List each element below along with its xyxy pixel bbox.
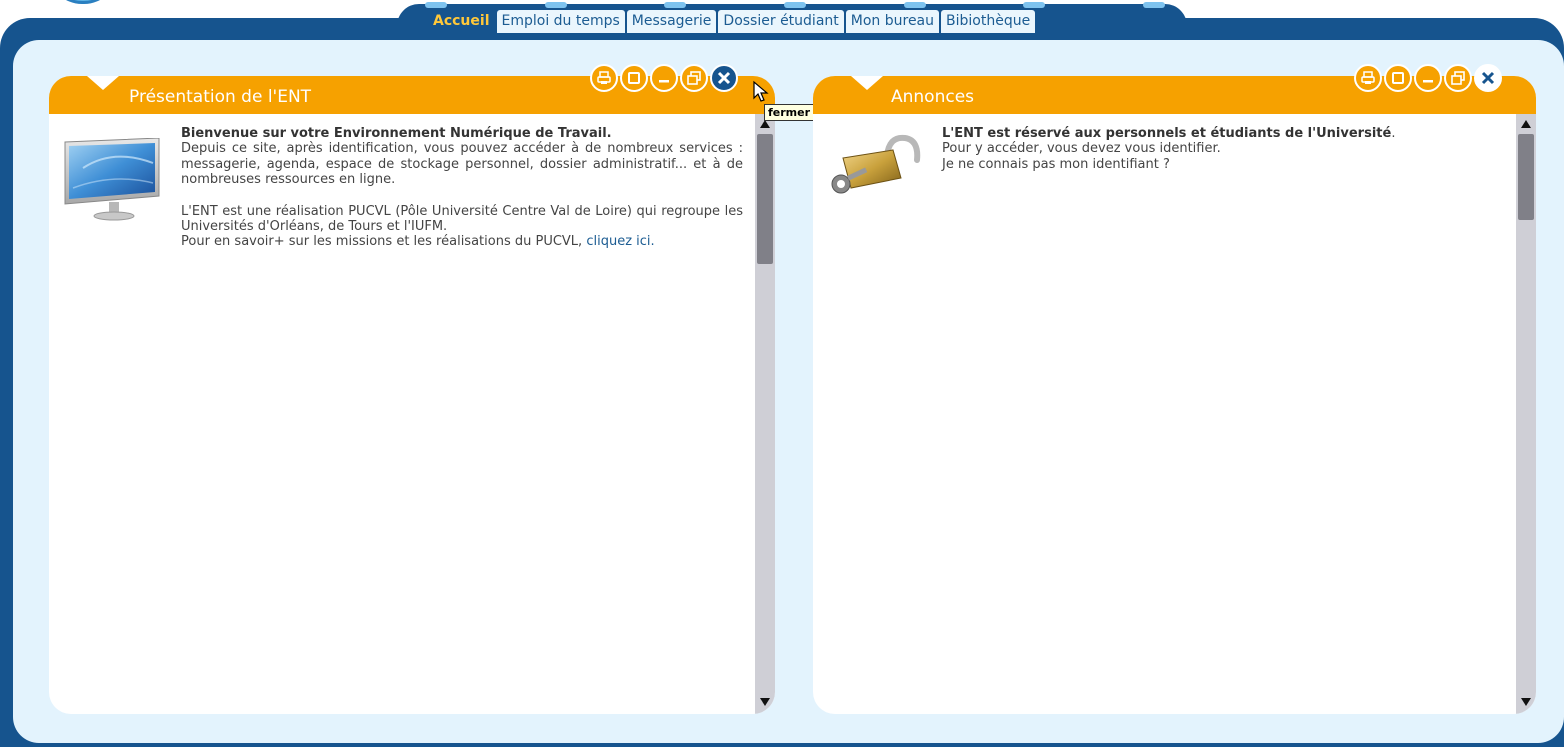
paragraph-pucvl: L'ENT est une réalisation PUCVL (Pôle Un… [181,203,743,235]
tab-bibliotheque[interactable]: Bibiothèque [941,10,1036,33]
close-icon[interactable] [1474,64,1502,92]
mouse-cursor-icon [753,80,769,102]
portlet-controls-right [1354,64,1502,92]
annonces-text: L'ENT est réservé aux personnels et étud… [942,126,1522,172]
annonce-heading: L'ENT est réservé aux personnels et étud… [942,126,1392,141]
tab-bar-decoration [425,2,1165,8]
portlet-title: Annonces [891,87,975,107]
scroll-up-icon[interactable] [1518,116,1534,132]
annonce-heading-period: . [1391,126,1396,141]
restore-icon[interactable] [680,64,708,92]
restore-icon[interactable] [1444,64,1472,92]
header-notch [851,76,883,90]
maximize-icon[interactable] [1384,64,1412,92]
print-icon[interactable] [590,64,618,92]
paragraph-services: Depuis ce site, après identification, vo… [181,141,743,188]
tab-accueil[interactable]: Accueil [428,10,495,33]
print-icon[interactable] [1354,64,1382,92]
padlock-icon [831,134,921,194]
tab-emploi-du-temps[interactable]: Emploi du temps [496,10,625,33]
scroll-down-icon[interactable] [757,694,773,710]
portlet-annonces: Annonces L'ENT est réservé aux personnel… [813,76,1536,714]
portlet-title: Présentation de l'ENT [129,87,312,107]
portlet-body: L'ENT est réservé aux personnels et étud… [813,114,1536,714]
forgot-identifier-link[interactable]: Je ne connais pas mon identifiant ? [942,157,1170,172]
tooltip-fermer: fermer [764,104,815,121]
portlet-presentation: Présentation de l'ENT Bienvenue sur votr… [49,76,775,714]
scrollbar-thumb[interactable] [757,134,773,264]
tab-mon-bureau[interactable]: Mon bureau [845,10,940,33]
logo [48,0,118,4]
scrollbar-right[interactable] [1516,114,1536,714]
main-nav: Accueil Emploi du temps Messagerie Dossi… [428,10,1036,33]
scrollbar-thumb[interactable] [1518,134,1534,220]
minimize-icon[interactable] [650,64,678,92]
tab-messagerie[interactable]: Messagerie [626,10,717,33]
scrollbar-left[interactable] [755,114,775,714]
close-icon[interactable] [710,64,738,92]
tab-dossier-etudiant[interactable]: Dossier étudiant [718,10,844,33]
presentation-text: Bienvenue sur votre Environnement Numéri… [181,126,743,250]
monitor-icon [64,138,160,221]
paragraph-more: Pour en savoir+ sur les missions et les … [181,234,583,250]
minimize-icon[interactable] [1414,64,1442,92]
portlet-body: Bienvenue sur votre Environnement Numéri… [49,114,775,714]
maximize-icon[interactable] [620,64,648,92]
scroll-down-icon[interactable] [1518,694,1534,710]
portlet-controls-left [590,64,738,92]
annonce-line-identify: Pour y accéder, vous devez vous identifi… [942,141,1221,157]
cliquez-ici-link[interactable]: cliquez ici. [586,234,654,249]
welcome-heading: Bienvenue sur votre Environnement Numéri… [181,126,612,141]
header-notch [87,76,119,90]
